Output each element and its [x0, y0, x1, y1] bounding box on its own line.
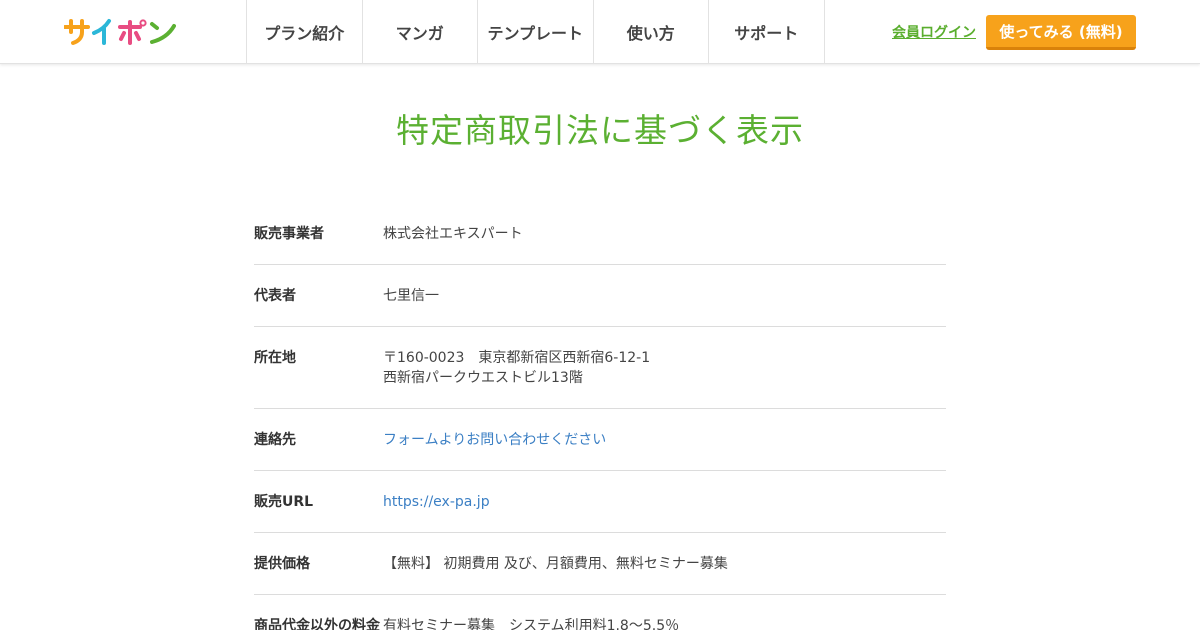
table-row: 販売URL https://ex-pa.jp [254, 471, 946, 533]
table-row: 提供価格 【無料】 初期費用 及び、月額費用、無料セミナー募集 [254, 533, 946, 595]
contact-form-link[interactable]: フォームよりお問い合わせください [383, 430, 946, 450]
commerce-info-table: 販売事業者 株式会社エキスパート 代表者 七里信一 所在地 〒160-0023 … [254, 203, 946, 630]
nav-item-support[interactable]: サポート [709, 0, 825, 64]
table-row: 所在地 〒160-0023 東京都新宿区西新宿6-12-1 西新宿パークウエスト… [254, 327, 946, 409]
row-label-sales-url: 販売URL [254, 494, 314, 510]
table-row: 販売事業者 株式会社エキスパート [254, 203, 946, 265]
value-line[interactable]: https://ex-pa.jp [383, 492, 946, 512]
row-value-other-fees: 有料セミナー募集 システム利用料1.8～5.5％ [383, 616, 946, 630]
row-value-address: 〒160-0023 東京都新宿区西新宿6-12-1 西新宿パークウエストビル13… [383, 348, 946, 388]
member-login-link[interactable]: 会員ログイン [892, 22, 976, 42]
saipon-logo-mark [64, 19, 176, 45]
row-label-address: 所在地 [254, 350, 296, 366]
try-free-button[interactable]: 使ってみる (無料) [986, 15, 1136, 50]
row-label-representative: 代表者 [254, 288, 296, 304]
nav-item-how-to-use[interactable]: 使い方 [594, 0, 709, 64]
saipon-logo[interactable] [64, 18, 176, 46]
page-title: 特定商取引法に基づく表示 [396, 111, 804, 150]
row-value-price: 【無料】 初期費用 及び、月額費用、無料セミナー募集 [383, 554, 946, 574]
row-label-seller: 販売事業者 [254, 226, 324, 242]
row-value-representative: 七里信一 [383, 286, 946, 306]
row-label-contact: 連絡先 [254, 432, 296, 448]
value-line: 七里信一 [383, 288, 439, 304]
value-line: 株式会社エキスパート [383, 226, 523, 242]
main-nav: プラン紹介 マンガ テンプレート 使い方 サポート [246, 0, 825, 64]
sales-url-link[interactable]: https://ex-pa.jp [383, 492, 946, 512]
table-row: 商品代金以外の料金 有料セミナー募集 システム利用料1.8～5.5％ [254, 595, 946, 630]
value-line: 有料セミナー募集 システム利用料1.8～5.5％ [383, 618, 680, 630]
address-line-2: 西新宿パークウエストビル13階 [383, 370, 583, 386]
value-line: 【無料】 初期費用 及び、月額費用、無料セミナー募集 [383, 556, 728, 572]
nav-item-templates[interactable]: テンプレート [478, 0, 594, 64]
site-header: プラン紹介 マンガ テンプレート 使い方 サポート 会員ログイン 使ってみる (… [0, 0, 1200, 64]
nav-item-manga[interactable]: マンガ [363, 0, 478, 64]
row-value-seller: 株式会社エキスパート [383, 224, 946, 244]
row-label-price: 提供価格 [254, 556, 310, 572]
address-line-1: 〒160-0023 東京都新宿区西新宿6-12-1 [383, 350, 651, 366]
row-label-other-fees: 商品代金以外の料金 [254, 618, 380, 630]
table-row: 連絡先 フォームよりお問い合わせください [254, 409, 946, 471]
value-line[interactable]: フォームよりお問い合わせください [383, 430, 946, 450]
nav-item-plans[interactable]: プラン紹介 [247, 0, 363, 64]
table-row: 代表者 七里信一 [254, 265, 946, 327]
